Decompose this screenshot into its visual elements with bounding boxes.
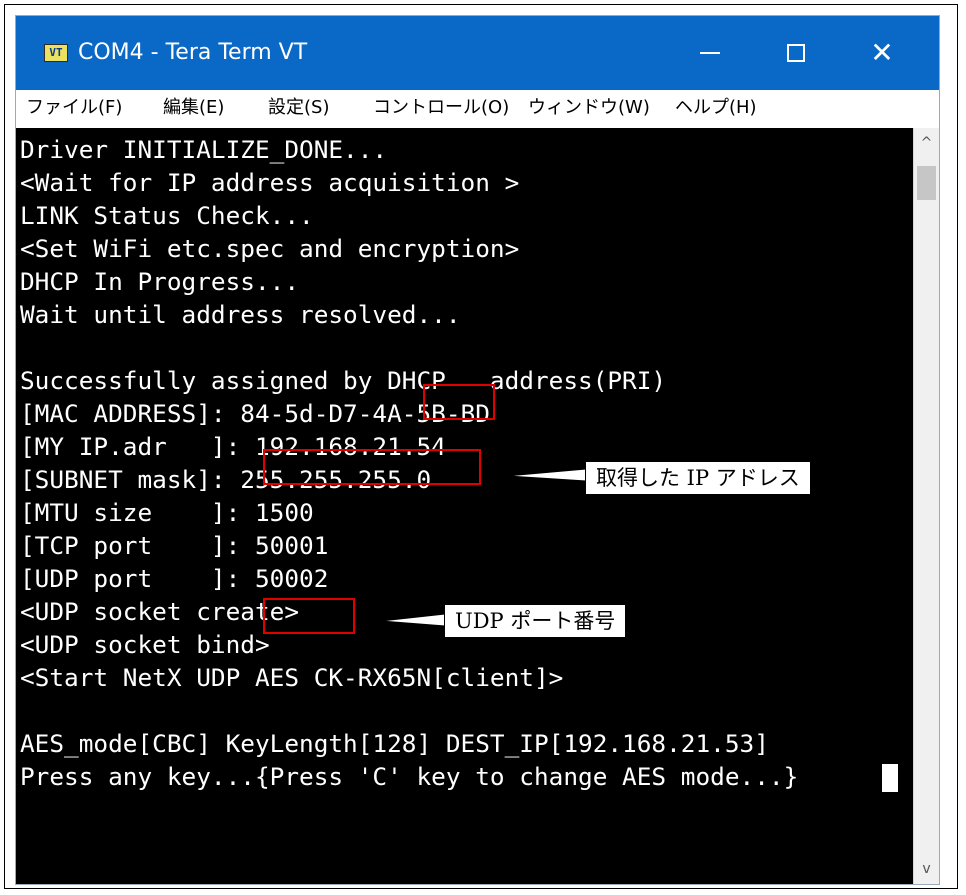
ip-callout-pointer <box>506 468 587 482</box>
callout-pointers <box>380 468 587 627</box>
udp-port-callout: UDP ポート番号 <box>444 604 627 638</box>
udp-callout-pointer <box>380 613 446 627</box>
ip-address-callout: 取得した IP アドレス <box>585 461 811 495</box>
